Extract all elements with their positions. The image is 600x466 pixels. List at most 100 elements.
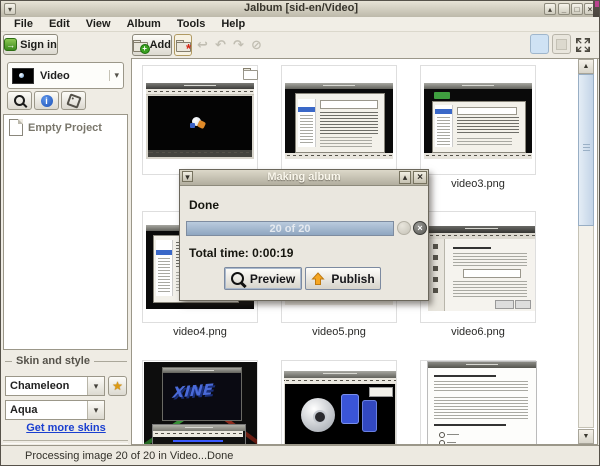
toolbar: → Sign in + Add * ↩ ↶ ↷ ⊘ <box>1 32 600 59</box>
undo-button[interactable]: ↩ <box>194 34 211 56</box>
thumbnail-card[interactable] <box>281 360 397 445</box>
dialog-shade-button[interactable]: ▴ <box>399 171 411 184</box>
thumbnail-filename: video5.png <box>281 326 397 338</box>
cancel-progress-button[interactable]: × <box>413 221 427 235</box>
dialog-publish-button[interactable]: Publish <box>305 267 381 290</box>
divider <box>3 440 128 444</box>
menu-view[interactable]: View <box>78 18 119 30</box>
scroll-up-button[interactable]: ▲ <box>578 59 594 74</box>
chevron-down-icon[interactable]: ▾ <box>87 377 104 395</box>
project-tree[interactable]: Empty Project <box>3 114 128 350</box>
dialog-publish-label: Publish <box>331 272 374 286</box>
status-bar: Processing image 20 of 20 in Video...Don… <box>1 445 600 466</box>
minimize-button[interactable]: _ <box>558 3 570 15</box>
chevron-down-icon[interactable]: ▾ <box>87 401 104 419</box>
menu-file[interactable]: File <box>6 18 41 30</box>
cd-icon <box>301 398 335 432</box>
dialog-titlebar[interactable]: ▾ Making album ▴ × <box>180 170 428 186</box>
preview-label: Preview <box>250 272 295 286</box>
thumbnail-card[interactable] <box>420 360 536 445</box>
thumbnail-image <box>285 83 393 159</box>
dialog-title: Making album <box>180 171 428 183</box>
empty-project-label: Empty Project <box>28 122 102 134</box>
thumbnail-card[interactable] <box>142 65 258 175</box>
new-folder-button[interactable]: * <box>174 34 192 56</box>
thumbnail-card[interactable]: XINE <box>142 360 258 445</box>
view-toggle-button[interactable] <box>530 34 549 54</box>
sign-in-button[interactable]: → Sign in <box>3 34 58 55</box>
green-badge <box>434 92 450 99</box>
sidebar: Video ▾ i Empty Project Skin and style C… <box>1 58 131 445</box>
sign-in-arrow-icon: → <box>4 38 17 51</box>
add-label: Add <box>150 39 171 51</box>
skin-select-value: Chameleon <box>6 380 69 392</box>
thumbnail-card[interactable] <box>420 65 536 175</box>
fullscreen-icon <box>576 38 590 52</box>
thumbnail-image <box>428 226 535 311</box>
skin-section-title: Skin and style <box>5 355 127 367</box>
empty-page-icon <box>9 119 23 136</box>
project-selector-label: Video <box>40 70 70 82</box>
making-album-dialog: ▾ Making album ▴ × Done 20 of 20 × Total… <box>179 169 429 301</box>
status-text: Processing image 20 of 20 in Video...Don… <box>25 450 233 462</box>
fullscreen-button[interactable] <box>573 35 593 55</box>
stop-icon: ⊘ <box>251 37 262 53</box>
dialog-status-label: Done <box>189 198 219 212</box>
film-icon <box>341 394 359 424</box>
rotate-left-icon: ↶ <box>215 37 226 53</box>
folder-badge-icon <box>243 68 257 82</box>
exclude-button[interactable]: ⊘ <box>248 34 265 56</box>
back-icon: ↩ <box>197 37 208 53</box>
style-select[interactable]: Aqua ▾ <box>5 400 105 420</box>
thumbnail-card[interactable] <box>420 211 536 323</box>
thumbnail-image <box>424 83 532 159</box>
desktop-corner <box>595 1 600 7</box>
scroll-down-button[interactable]: ▼ <box>578 429 594 444</box>
info-button[interactable]: i <box>34 91 59 110</box>
maximize-button[interactable]: □ <box>571 3 583 15</box>
thumbnail-image <box>146 83 254 159</box>
menu-help[interactable]: Help <box>213 18 253 30</box>
rotate-left-button[interactable]: ↶ <box>212 34 229 56</box>
skin-select[interactable]: Chameleon ▾ <box>5 376 105 396</box>
dialog-close-button[interactable]: × <box>413 171 427 184</box>
project-selector[interactable]: Video ▾ <box>7 62 124 89</box>
jalbum-window: ▾ Jalbum [sid-en/Video] ▴ _ □ × File Edi… <box>0 0 600 466</box>
info-icon: i <box>41 95 53 107</box>
thumbnail-filename: video4.png <box>142 326 258 338</box>
upload-arrow-icon <box>311 272 325 286</box>
thumbnail-card[interactable] <box>281 65 397 175</box>
rotate-right-button[interactable]: ↷ <box>230 34 247 56</box>
pause-button[interactable] <box>397 221 411 235</box>
rotate-right-icon: ↷ <box>233 37 244 53</box>
chevron-down-icon[interactable]: ▾ <box>109 70 119 81</box>
menu-album[interactable]: Album <box>119 18 169 30</box>
search-button[interactable] <box>7 91 32 110</box>
menu-bar: File Edit View Album Tools Help <box>1 17 600 32</box>
menu-tools[interactable]: Tools <box>169 18 214 30</box>
style-select-value: Aqua <box>6 404 38 416</box>
edit-view-button[interactable] <box>552 34 571 54</box>
tag-icon <box>66 93 81 108</box>
window-title: Jalbum [sid-en/Video] <box>1 2 600 14</box>
window-titlebar[interactable]: ▾ Jalbum [sid-en/Video] ▴ _ □ × <box>1 1 600 18</box>
video-thumbnail-icon <box>12 68 34 84</box>
xine-logo: XINE <box>172 380 214 401</box>
thumbnail-filename: video6.png <box>420 326 536 338</box>
favorite-skin-button[interactable]: ★ <box>108 376 127 396</box>
menu-edit[interactable]: Edit <box>41 18 78 30</box>
tag-button[interactable] <box>61 91 86 110</box>
thumbnail-image <box>427 361 537 445</box>
shade-button[interactable]: ▴ <box>544 3 556 15</box>
scrollbar-thumb[interactable] <box>578 74 594 226</box>
image-icon <box>556 39 567 50</box>
sign-in-label: Sign in <box>20 39 57 51</box>
add-button[interactable]: + Add <box>132 34 172 56</box>
add-folder-icon: + <box>133 40 147 51</box>
thumbnail-image <box>284 371 396 445</box>
preview-button[interactable]: Preview <box>224 267 302 290</box>
radio-icon <box>439 432 445 438</box>
total-time-label: Total time: 0:00:19 <box>189 246 293 260</box>
thumbnail-filename: video3.png <box>420 178 536 190</box>
get-more-skins-link[interactable]: Get more skins <box>1 422 131 434</box>
